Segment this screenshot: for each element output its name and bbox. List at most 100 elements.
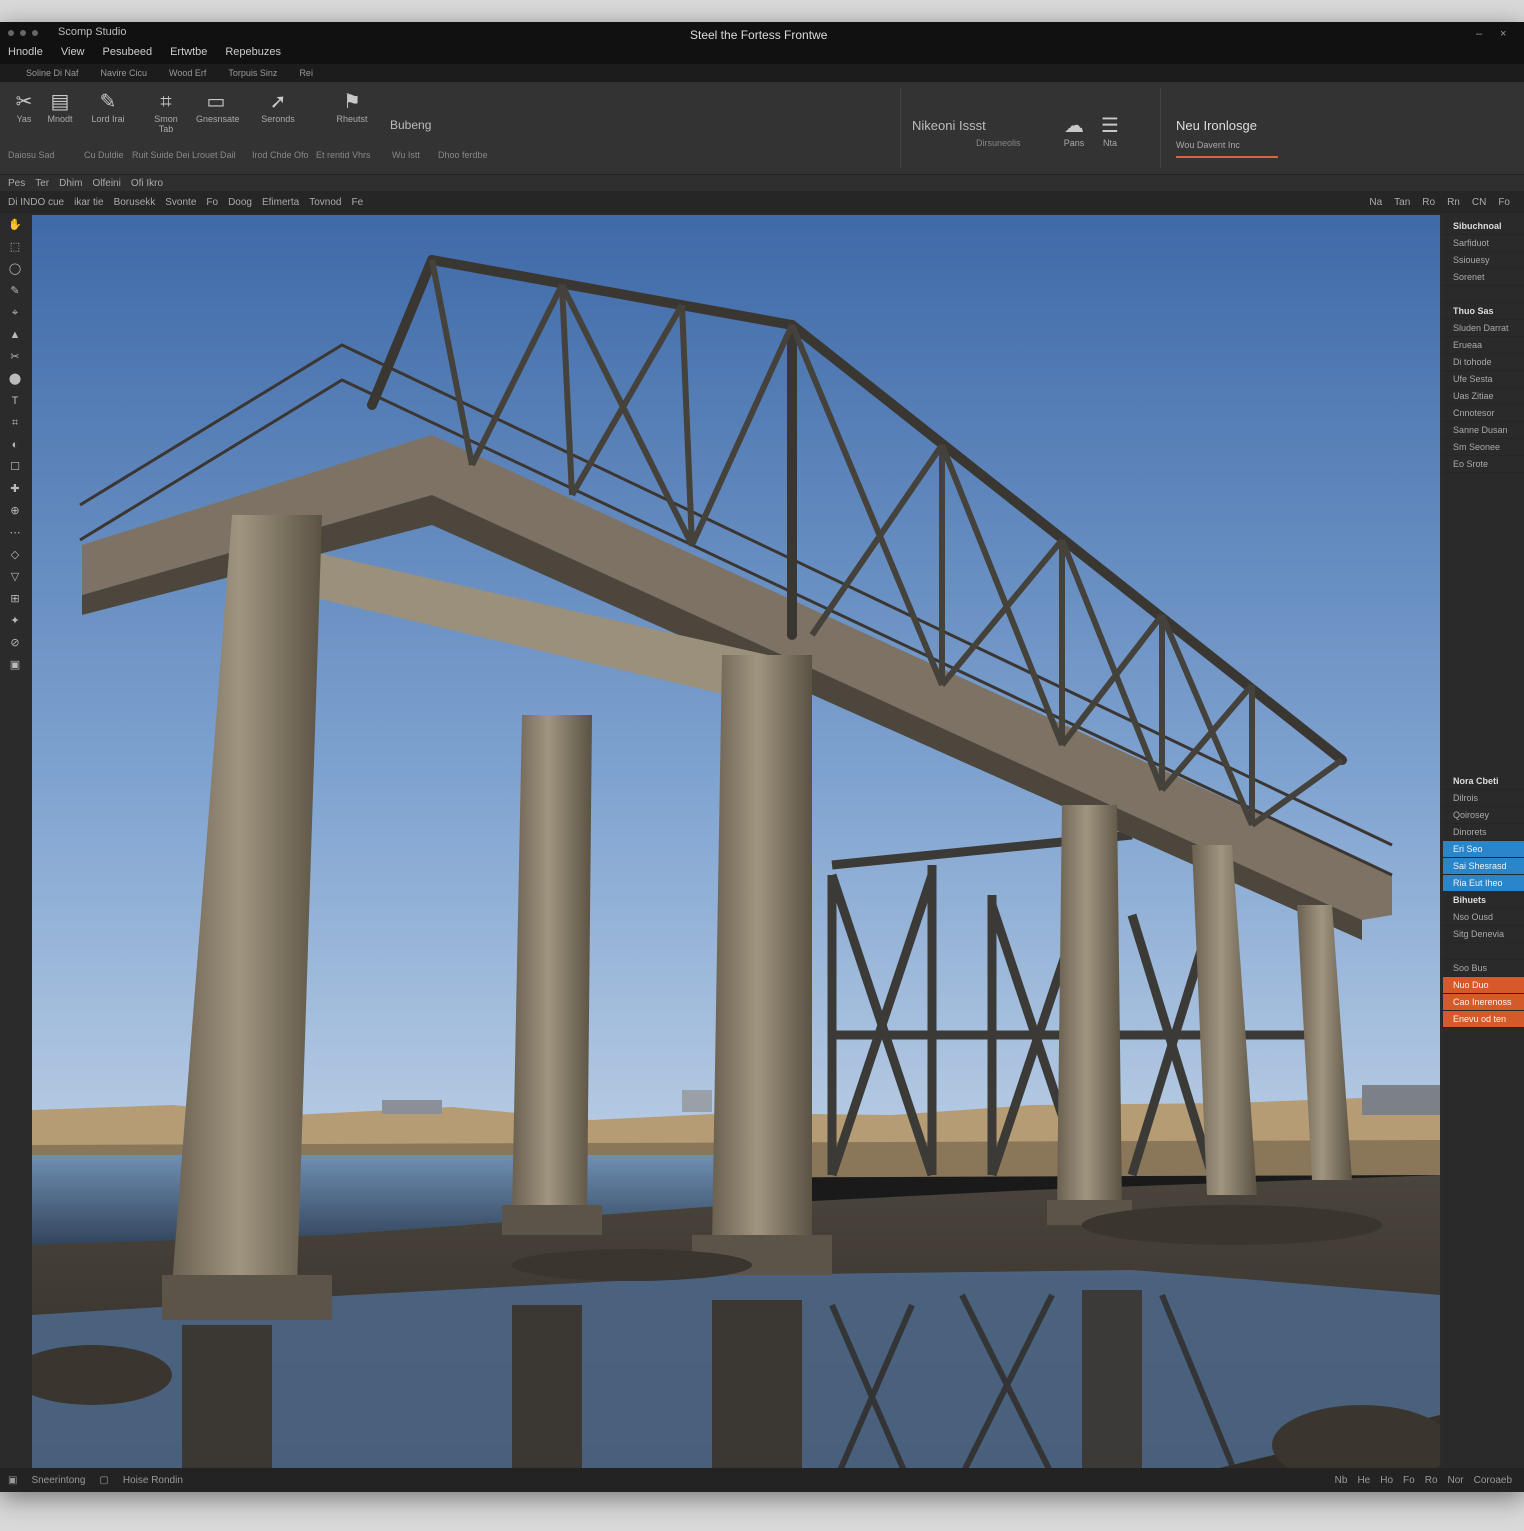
ribbon-brush-button[interactable]: ✎ Lord Irai (88, 90, 128, 124)
tool-button[interactable]: ◇ (0, 544, 30, 566)
ribbon-right-group-title[interactable]: Nikeoni Issst (912, 118, 986, 133)
status-control[interactable]: Ro (1425, 1475, 1438, 1486)
tool-option[interactable]: Fe (351, 197, 363, 208)
tool-button[interactable]: ✋ (0, 214, 30, 236)
ribbon-crop-button[interactable]: ⌗ Smon Tab (146, 90, 186, 134)
status-control[interactable]: He (1357, 1475, 1370, 1486)
panel-row[interactable] (1443, 286, 1524, 303)
tool-button[interactable]: ⬚ (0, 236, 30, 258)
submenu-item[interactable]: Rei (299, 68, 313, 78)
panel-row[interactable]: Bihuets (1443, 892, 1524, 909)
tool-option[interactable]: Borusekk (114, 197, 156, 208)
tool-button[interactable]: ⊘ (0, 632, 30, 654)
ribbon-monitor-button[interactable]: ▭ Gnesnsate (196, 90, 240, 124)
tool-button[interactable]: ⊞ (0, 588, 30, 610)
tool-button[interactable]: ✚ (0, 478, 30, 500)
menu-item[interactable]: View (61, 46, 85, 62)
status-control[interactable]: Nb (1335, 1475, 1348, 1486)
panel-row[interactable]: Nuo Duo (1443, 977, 1524, 994)
panel-row[interactable]: Eri Seo (1443, 841, 1524, 858)
status-control[interactable]: Nor (1448, 1475, 1464, 1486)
panel-row[interactable]: Di tohode (1443, 354, 1524, 371)
panel-row[interactable]: Sibuchnoal (1443, 218, 1524, 235)
panel-row[interactable]: Cnnotesor (1443, 405, 1524, 422)
option-item[interactable]: Olfeini (92, 178, 120, 189)
tool-option[interactable]: Fo (206, 197, 218, 208)
maximize-dot-icon[interactable] (32, 30, 38, 36)
tool-button[interactable]: ⊕ (0, 500, 30, 522)
tool-option[interactable]: Efimerta (262, 197, 299, 208)
tool-button[interactable]: ▣ (0, 654, 30, 676)
tool-button[interactable]: ▲ (0, 324, 30, 346)
tool-button[interactable]: ▽ (0, 566, 30, 588)
panel-row[interactable]: Sanne Dusan (1443, 422, 1524, 439)
ribbon-list-button[interactable]: ☰ Nta (1090, 114, 1130, 148)
panel-row[interactable]: Soo Bus (1443, 960, 1524, 977)
panel-row[interactable]: Sarfiduot (1443, 235, 1524, 252)
panel-row[interactable]: Eo Srote (1443, 456, 1524, 473)
panel-row[interactable]: Dilrois (1443, 790, 1524, 807)
panel-row[interactable]: Erueaa (1443, 337, 1524, 354)
option-item[interactable]: Ofi Ikro (131, 178, 163, 189)
tool-button[interactable]: ✂ (0, 346, 30, 368)
tool-button[interactable]: ✦ (0, 610, 30, 632)
panel-row[interactable]: Sm Seonee (1443, 439, 1524, 456)
panel-row[interactable]: Uas Zitiae (1443, 388, 1524, 405)
tool-button[interactable]: ⌖ (0, 302, 30, 324)
submenu-item[interactable]: Torpuis Sinz (228, 68, 277, 78)
ribbon-flag-button[interactable]: ⚑ Rheutst (332, 90, 372, 124)
image-canvas[interactable] (32, 215, 1440, 1489)
tool-button[interactable]: ◯ (0, 258, 30, 280)
tool-button[interactable]: ✎ (0, 280, 30, 302)
option-item[interactable]: Ter (35, 178, 49, 189)
ribbon-layers-button[interactable]: ▤ Mnodt (40, 90, 80, 124)
panel-row[interactable]: Nora Cbeti (1443, 773, 1524, 790)
status-control[interactable]: Coroaeb (1474, 1475, 1512, 1486)
minimize-dot-icon[interactable] (20, 30, 26, 36)
menu-item[interactable]: Hnodle (8, 46, 43, 62)
panel-row[interactable]: Cao Inerenoss (1443, 994, 1524, 1011)
panel-row[interactable]: Sai Shesrasd (1443, 858, 1524, 875)
panel-row[interactable]: Dinorets (1443, 824, 1524, 841)
status-control[interactable]: Fo (1403, 1475, 1415, 1486)
tool-button[interactable]: ⬤ (0, 368, 30, 390)
tool-option[interactable]: Di INDO cue (8, 197, 64, 208)
submenu-item[interactable]: Navire Cicu (101, 68, 148, 78)
ribbon-scissors-button[interactable]: ✂ Yas (4, 90, 44, 124)
view-control[interactable]: Tan (1394, 197, 1410, 208)
view-control[interactable]: Na (1369, 197, 1382, 208)
view-control[interactable]: Rn (1447, 197, 1460, 208)
ribbon-cloud-button[interactable]: ☁ Pans (1054, 114, 1094, 148)
tool-option[interactable]: Doog (228, 197, 252, 208)
tool-button[interactable]: ⌗ (0, 412, 30, 434)
ribbon-cursor-button[interactable]: ➚ Seronds (258, 90, 298, 124)
tool-option[interactable]: Tovnod (309, 197, 341, 208)
view-control[interactable]: Ro (1422, 197, 1435, 208)
panel-row[interactable]: Ria Eut Iheo (1443, 875, 1524, 892)
tool-button[interactable]: T (0, 390, 30, 412)
panel-row[interactable]: Sorenet (1443, 269, 1524, 286)
menu-item[interactable]: Pesubeed (103, 46, 153, 62)
close-dot-icon[interactable] (8, 30, 14, 36)
panel-row[interactable]: Nso Ousd (1443, 909, 1524, 926)
option-item[interactable]: Dhim (59, 178, 82, 189)
tool-button[interactable]: ⋯ (0, 522, 30, 544)
tool-button[interactable]: ◐ (0, 434, 30, 456)
window-close-button[interactable]: × (1500, 28, 1506, 40)
status-control[interactable]: Ho (1380, 1475, 1393, 1486)
panel-row[interactable]: Sluden Darrat (1443, 320, 1524, 337)
view-control[interactable]: CN (1472, 197, 1486, 208)
panel-row[interactable]: Sitg Denevia (1443, 926, 1524, 943)
option-item[interactable]: Pes (8, 178, 25, 189)
panel-row[interactable]: Ssiouesy (1443, 252, 1524, 269)
tool-button[interactable]: ☐ (0, 456, 30, 478)
panel-row[interactable]: Enevu od ten (1443, 1011, 1524, 1028)
tool-option[interactable]: Svonte (165, 197, 196, 208)
tool-option[interactable]: ikar tie (74, 197, 103, 208)
panel-row[interactable] (1443, 943, 1524, 960)
menu-item[interactable]: Ertwtbe (170, 46, 207, 62)
submenu-item[interactable]: Soline Di Naf (26, 68, 79, 78)
panel-row[interactable]: Qoirosey (1443, 807, 1524, 824)
panel-row[interactable]: Thuo Sas (1443, 303, 1524, 320)
window-minimize-button[interactable]: – (1476, 28, 1482, 40)
